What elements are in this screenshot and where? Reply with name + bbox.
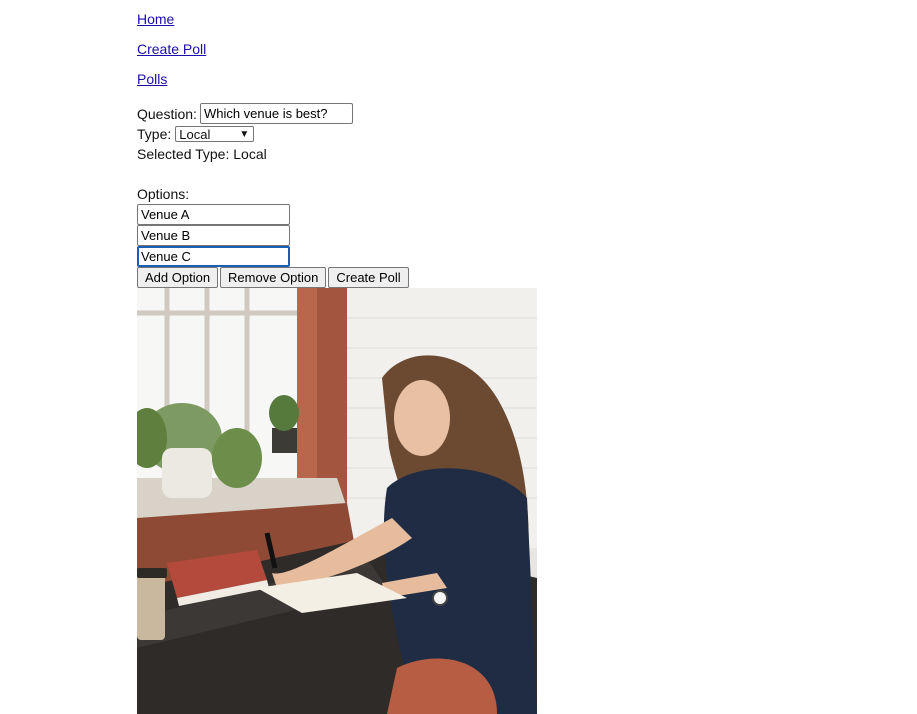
form-buttons: Add Option Remove Option Create Poll — [137, 267, 409, 288]
nav-link-home[interactable]: Home — [137, 10, 174, 28]
nav-link-polls[interactable]: Polls — [137, 70, 167, 88]
option-input-1[interactable] — [137, 204, 290, 225]
type-label: Type: — [137, 126, 172, 142]
type-select[interactable]: Local ▼ — [175, 126, 255, 142]
selected-type-text: Selected Type: Local — [137, 146, 267, 162]
option-input-2[interactable] — [137, 225, 290, 246]
options-label: Options: — [137, 186, 190, 202]
remove-option-button[interactable]: Remove Option — [220, 267, 327, 288]
nav-link-create-poll[interactable]: Create Poll — [137, 40, 206, 58]
chevron-down-icon: ▼ — [239, 129, 250, 140]
question-row: Question: — [137, 103, 353, 124]
type-row: Type: Local ▼ — [137, 125, 255, 143]
photo-illustration — [137, 288, 537, 714]
add-option-button[interactable]: Add Option — [137, 267, 219, 288]
question-input[interactable] — [199, 103, 353, 124]
create-poll-button[interactable]: Create Poll — [328, 267, 409, 288]
question-label: Question: — [137, 105, 197, 122]
photo-woman-writing — [137, 288, 537, 714]
type-select-value: Local — [179, 127, 211, 142]
option-input-3[interactable] — [137, 246, 290, 267]
